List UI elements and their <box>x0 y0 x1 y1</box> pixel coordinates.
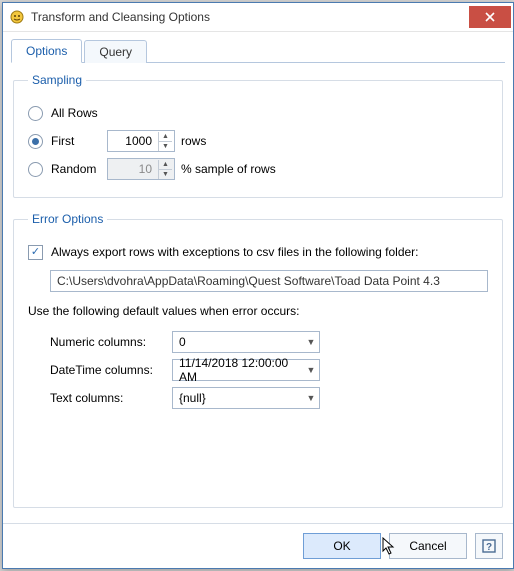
sampling-random-row: Random 10 ▲ ▼ % sample of rows <box>28 155 488 183</box>
folder-row <box>28 266 488 304</box>
ok-button[interactable]: OK <box>303 533 381 559</box>
window-title: Transform and Cleansing Options <box>31 10 469 24</box>
title-bar: Transform and Cleansing Options <box>3 3 513 32</box>
sampling-legend: Sampling <box>28 73 86 87</box>
random-percent-input[interactable]: 10 ▲ ▼ <box>107 158 175 180</box>
app-icon <box>9 9 25 25</box>
random-spin-down[interactable]: ▼ <box>158 169 172 179</box>
radio-first-label: First <box>51 134 101 148</box>
dialog-footer: OK Cancel ? <box>3 523 513 568</box>
numeric-label: Numeric columns: <box>50 335 172 349</box>
sampling-all-rows-row: All Rows <box>28 99 488 127</box>
datetime-label: DateTime columns: <box>50 363 172 377</box>
export-check-label: Always export rows with exceptions to cs… <box>51 245 419 259</box>
first-spinner: ▲ ▼ <box>158 132 172 151</box>
radio-random[interactable] <box>28 162 43 177</box>
close-button[interactable] <box>469 6 511 28</box>
numeric-value: 0 <box>179 335 303 349</box>
first-spin-down[interactable]: ▼ <box>158 141 172 151</box>
tab-options[interactable]: Options <box>11 39 82 63</box>
export-checkbox[interactable] <box>28 245 43 260</box>
chevron-down-icon: ▼ <box>303 337 319 347</box>
text-col-label: Text columns: <box>50 391 172 405</box>
text-row: Text columns: {null} ▼ <box>28 384 488 412</box>
random-spin-up[interactable]: ▲ <box>158 160 172 169</box>
export-check-row: Always export rows with exceptions to cs… <box>28 238 488 266</box>
first-spin-up[interactable]: ▲ <box>158 132 172 141</box>
first-count-input[interactable]: 1000 ▲ ▼ <box>107 130 175 152</box>
content-area: Options Query Sampling All Rows First 10… <box>3 32 513 523</box>
datetime-value: 11/14/2018 12:00:00 AM <box>179 356 303 384</box>
first-unit-label: rows <box>181 134 206 148</box>
random-unit-label: % sample of rows <box>181 162 276 176</box>
numeric-row: Numeric columns: 0 ▼ <box>28 328 488 356</box>
help-icon: ? <box>482 539 496 553</box>
datetime-row: DateTime columns: 11/14/2018 12:00:00 AM… <box>28 356 488 384</box>
chevron-down-icon: ▼ <box>303 393 319 403</box>
svg-text:?: ? <box>486 542 492 553</box>
sampling-group: Sampling All Rows First 1000 ▲ ▼ <box>13 73 503 198</box>
random-percent-value: 10 <box>108 162 154 176</box>
radio-all-rows-label: All Rows <box>51 106 98 120</box>
dialog-window: Transform and Cleansing Options Options … <box>2 2 514 569</box>
text-value: {null} <box>179 391 303 405</box>
options-panel: Sampling All Rows First 1000 ▲ ▼ <box>11 73 505 523</box>
radio-first[interactable] <box>28 134 43 149</box>
radio-random-label: Random <box>51 162 101 176</box>
tab-strip: Options Query <box>11 38 505 63</box>
numeric-combo[interactable]: 0 ▼ <box>172 331 320 353</box>
first-count-value: 1000 <box>108 134 154 148</box>
chevron-down-icon: ▼ <box>303 365 319 375</box>
help-button[interactable]: ? <box>475 533 503 559</box>
defaults-intro-label: Use the following default values when er… <box>28 304 488 318</box>
datetime-combo[interactable]: 11/14/2018 12:00:00 AM ▼ <box>172 359 320 381</box>
tab-query[interactable]: Query <box>84 40 147 63</box>
cancel-button[interactable]: Cancel <box>389 533 467 559</box>
export-folder-input[interactable] <box>50 270 488 292</box>
ok-button-label: OK <box>333 539 350 553</box>
error-options-legend: Error Options <box>28 212 107 226</box>
radio-all-rows[interactable] <box>28 106 43 121</box>
random-spinner: ▲ ▼ <box>158 160 172 179</box>
sampling-first-row: First 1000 ▲ ▼ rows <box>28 127 488 155</box>
text-combo[interactable]: {null} ▼ <box>172 387 320 409</box>
cancel-button-label: Cancel <box>409 539 446 553</box>
error-options-group: Error Options Always export rows with ex… <box>13 212 503 508</box>
